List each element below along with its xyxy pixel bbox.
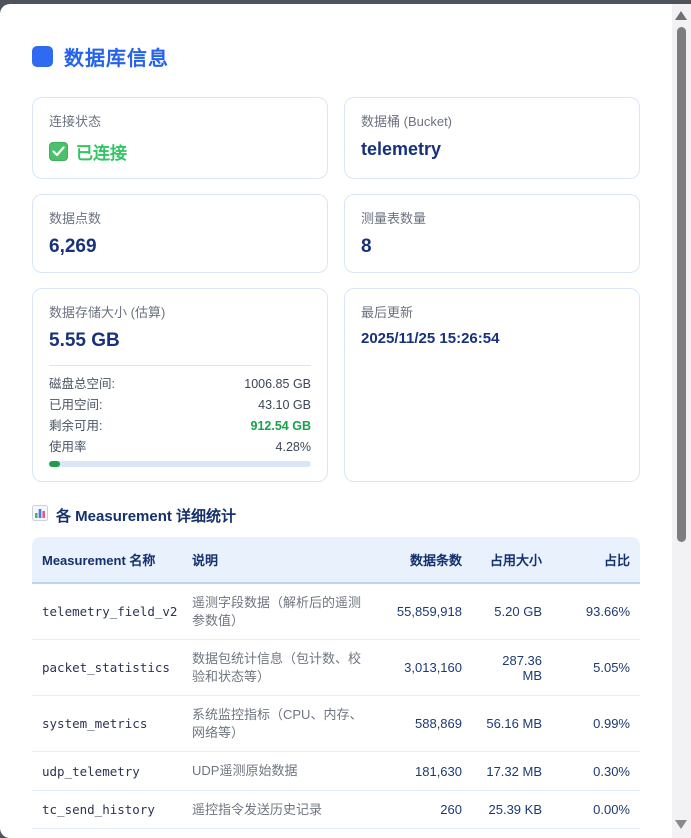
measurement-size: 287.36 MB [472,640,552,697]
measurement-count-value: 8 [361,236,372,257]
storage-detail-label: 使用率 [49,440,87,454]
cards-grid: 连接状态 已连接 数据桶 (Bucket) telemetry 数据点数 6,2… [32,97,640,482]
storage-detail-row: 已用空间: 43.10 GB [49,396,311,415]
measurement-pct: 5.05% [552,640,640,697]
storage-details: 磁盘总空间: 1006.85 GB 已用空间: 43.10 GB 剩余可用: 912.54… [49,375,311,457]
storage-detail-row: 磁盘总空间: 1006.85 GB [49,375,311,394]
measurement-name: tc_send_history [32,791,182,830]
measurement-pct: 93.66% [552,584,640,641]
storage-detail-label: 磁盘总空间: [49,377,115,391]
connection-status-label: 连接状态 [49,114,102,129]
data-points-value: 6,269 [49,236,97,257]
page-title: 数据库信息 [64,48,169,70]
storage-detail-row: 使用率 4.28% [49,438,311,457]
col-header-size: 占用大小 [472,537,552,584]
last-update-value: 2025/11/25 15:26:54 [361,330,500,347]
measurement-table: Measurement 名称 说明 数据条数 占用大小 占比 telemetry… [32,537,640,838]
storage-detail-value: 1006.85 GB [244,377,311,391]
connection-status-value: 已连接 [76,144,127,163]
measurement-desc: 系统监控指标（CPU、内存、网络等） [182,696,380,753]
measurement-name: telemetry_field_v2 [32,584,182,641]
measurement-name: system_metrics [32,696,182,753]
measurement-count: 588,869 [380,696,472,753]
measurement-count: 72 [380,829,472,838]
usage-bar-fill [49,461,61,467]
storage-card: 数据存储大小 (估算) 5.55 GB 磁盘总空间: 1006.85 GB 已用空间… [32,288,328,482]
scrollbar-thumb[interactable] [677,27,686,542]
storage-detail-label: 剩余可用: [49,419,103,433]
table-row: tc_send_history 遥控指令发送历史记录 260 25.39 KB 0.00… [32,791,640,830]
col-header-count: 数据条数 [380,537,472,584]
storage-detail-value: 912.54 GB [250,419,311,433]
storage-detail-value: 43.10 GB [258,398,311,412]
measurement-pct: 0.30% [552,752,640,791]
blue-square-icon [32,46,53,67]
table-row: tc_users用户账户信息727.03 KB0.00% [32,829,640,838]
storage-detail-row: 剩余可用: 912.54 GB [49,417,311,436]
table-row: packet_statistics 数据包统计信息（包计数、校验和状态等） 3,01… [32,640,640,697]
storage-divider [49,365,311,366]
col-header-desc: 说明 [182,537,380,584]
measurement-desc: 用户账户信息 [182,829,380,838]
table-header-row: Measurement 名称 说明 数据条数 占用大小 占比 [32,537,640,584]
last-update-label: 最后更新 [361,305,414,320]
measurement-size: 25.39 KB [472,791,552,830]
page-header: 数据库信息 [32,42,640,71]
measurement-name: udp_telemetry [32,752,182,791]
vertical-scrollbar[interactable] [672,4,691,838]
measurement-name: packet_statistics [32,640,182,697]
scroll-down-icon[interactable] [675,820,687,829]
measurement-pct: 0.00% [552,791,640,830]
measurement-count: 181,630 [380,752,472,791]
col-header-name: Measurement 名称 [32,537,182,584]
measurement-size: 5.20 GB [472,584,552,641]
bucket-card: 数据桶 (Bucket) telemetry [344,97,640,179]
measurement-size: 56.16 MB [472,696,552,753]
measurement-pct: 0.99% [552,696,640,753]
table-row: system_metrics 系统监控指标（CPU、内存、网络等） 588,869 5… [32,696,640,753]
usage-bar [49,461,311,467]
measurement-count: 3,013,160 [380,640,472,697]
scroll-up-icon[interactable] [675,11,687,20]
last-update-card: 最后更新 2025/11/25 15:26:54 [344,288,640,482]
bucket-value: telemetry [361,139,442,159]
data-points-label: 数据点数 [49,211,102,226]
storage-value: 5.55 GB [49,330,120,351]
measurement-count: 55,859,918 [380,584,472,641]
table-row: udp_telemetry UDP遥测原始数据 181,630 17.32 MB 0.3… [32,752,640,791]
measurement-count-card: 测量表数量 8 [344,194,640,273]
connection-status-card: 连接状态 已连接 [32,97,328,179]
database-info-panel: 数据库信息 连接状态 已连接 数据桶 (Bucket) telemetry 数据… [0,4,672,838]
check-icon [49,142,68,161]
bar-chart-icon [32,505,48,526]
storage-detail-label: 已用空间: [49,398,103,412]
measurement-desc: 遥控指令发送历史记录 [182,791,380,830]
storage-label: 数据存储大小 (估算) [49,305,166,320]
measurement-stats-section: 各 Measurement 详细统计 Measurement 名称 说明 数据条… [32,505,640,838]
bucket-label: 数据桶 (Bucket) [361,114,453,129]
data-points-card: 数据点数 6,269 [32,194,328,273]
measurement-count-label: 测量表数量 [361,211,427,226]
measurement-desc: UDP遥测原始数据 [182,752,380,791]
measurement-desc: 遥测字段数据（解析后的遥测参数值） [182,584,380,641]
storage-detail-value: 4.28% [275,440,311,454]
measurement-pct: 0.00% [552,829,640,838]
table-row: telemetry_field_v2 遥测字段数据（解析后的遥测参数值） 55,85… [32,584,640,641]
measurement-size: 17.32 MB [472,752,552,791]
col-header-pct: 占比 [552,537,640,584]
measurement-count: 260 [380,791,472,830]
measurement-desc: 数据包统计信息（包计数、校验和状态等） [182,640,380,697]
measurement-size: 7.03 KB [472,829,552,838]
measurement-name: tc_users [32,829,182,838]
section-title: 各 Measurement 详细统计 [56,508,237,525]
